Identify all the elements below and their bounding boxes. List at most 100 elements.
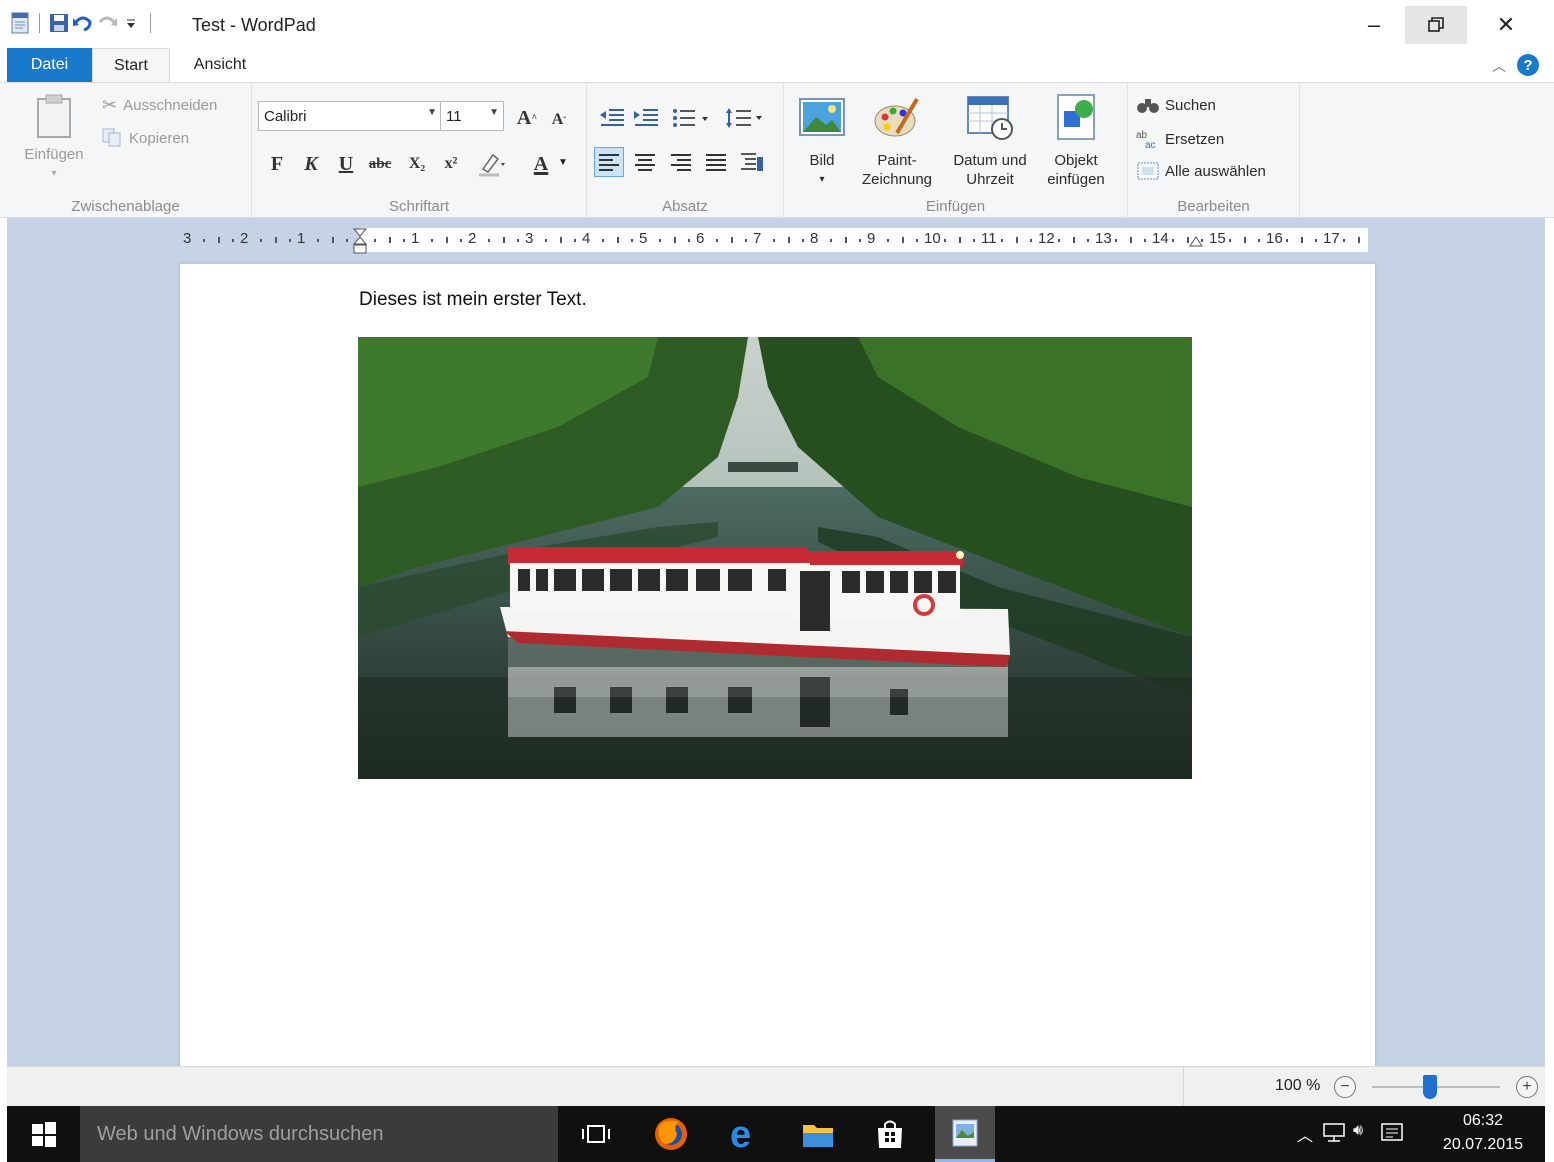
align-left-button[interactable] bbox=[594, 147, 624, 177]
undo-icon[interactable] bbox=[71, 11, 95, 35]
paste-button[interactable]: Einfügen ▾ bbox=[12, 93, 96, 183]
grow-font-button[interactable]: A ^ bbox=[512, 103, 542, 133]
align-center-button[interactable] bbox=[630, 147, 660, 177]
select-all-button[interactable]: Alle auswählen bbox=[1136, 161, 1266, 181]
ruler-tick bbox=[659, 239, 662, 242]
ruler-tick bbox=[901, 237, 904, 243]
tab-ansicht[interactable]: Ansicht bbox=[172, 48, 268, 82]
ruler-tick bbox=[1286, 239, 1289, 242]
firefox-icon bbox=[655, 1118, 687, 1150]
ruler-tick bbox=[915, 239, 918, 242]
volume-icon[interactable]: 🔊︎ bbox=[1353, 1122, 1363, 1140]
highlight-color-button[interactable] bbox=[476, 149, 506, 179]
strikethrough-button[interactable]: abc bbox=[365, 149, 395, 179]
tab-datei[interactable]: Datei bbox=[7, 48, 92, 82]
subscript-button[interactable]: X₂ bbox=[402, 149, 432, 179]
clock-time[interactable]: 06:32 bbox=[1463, 1112, 1503, 1130]
ruler-tick bbox=[317, 239, 320, 242]
justify-button[interactable] bbox=[701, 147, 731, 177]
wordpad-taskbar-button[interactable] bbox=[935, 1106, 995, 1162]
paint-drawing-button[interactable]: Paint- Zeichnung bbox=[854, 93, 940, 189]
cut-button[interactable]: ✂ Ausschneiden bbox=[102, 95, 217, 116]
zoom-in-button[interactable]: + bbox=[1516, 1076, 1538, 1098]
edge-taskbar-button[interactable]: e bbox=[725, 1115, 763, 1153]
taskbar-search-input[interactable]: Web und Windows durchsuchen bbox=[80, 1106, 558, 1162]
decrease-indent-icon[interactable] bbox=[597, 103, 627, 133]
document-area[interactable]: 3 2 1 1 2 3 4 5 6 7 8 9 10 11 12 13 14 15 16 17 Dieses ist … bbox=[7, 218, 1545, 1066]
picture-dropdown-icon[interactable]: ▾ bbox=[819, 170, 824, 189]
replace-button[interactable]: ab ac Ersetzen bbox=[1136, 128, 1224, 150]
start-button[interactable] bbox=[25, 1115, 63, 1153]
paste-dropdown-icon[interactable]: ▾ bbox=[51, 164, 56, 183]
insert-object-button[interactable]: Objekt einfügen bbox=[1040, 93, 1112, 189]
restore-button[interactable] bbox=[1405, 6, 1467, 44]
zoom-out-button[interactable]: − bbox=[1334, 1076, 1356, 1098]
ruler-tick bbox=[402, 239, 405, 242]
insert-datetime-button[interactable]: Datum und Uhrzeit bbox=[942, 93, 1038, 189]
clock-date[interactable]: 20.07.2015 bbox=[1443, 1136, 1523, 1154]
firefox-taskbar-button[interactable] bbox=[652, 1115, 690, 1153]
superscript-button[interactable]: x² bbox=[436, 149, 466, 179]
font-color-button[interactable]: A bbox=[526, 149, 556, 179]
save-icon[interactable] bbox=[47, 11, 71, 35]
window-title: Test - WordPad bbox=[192, 15, 316, 35]
tab-start[interactable]: Start bbox=[92, 48, 170, 82]
ruler-tick bbox=[1029, 239, 1032, 242]
ribbon-tabs: Datei Start Ansicht ︿ ? bbox=[0, 46, 1554, 82]
shrink-font-button[interactable]: Aˇ bbox=[544, 105, 574, 135]
indent-marker-icon[interactable] bbox=[352, 228, 368, 258]
ruler-number: 6 bbox=[696, 230, 705, 247]
font-family-select[interactable]: Calibri ▼ bbox=[258, 101, 442, 131]
ruler-tick bbox=[1172, 239, 1175, 242]
ruler[interactable]: 3 2 1 1 2 3 4 5 6 7 8 9 10 11 12 13 14 15 16 17 bbox=[180, 228, 1375, 254]
chevron-up-icon[interactable]: ︿ bbox=[1297, 1122, 1313, 1146]
ruler-tick bbox=[858, 239, 861, 242]
ruler-tick bbox=[1086, 239, 1089, 242]
bold-button[interactable]: F bbox=[262, 149, 292, 179]
line-spacing-button[interactable] bbox=[723, 103, 767, 133]
ruler-tick bbox=[502, 237, 505, 243]
ruler-number: 10 bbox=[924, 230, 941, 247]
replace-icon: abac bbox=[1136, 130, 1156, 150]
ruler-tick bbox=[958, 237, 961, 243]
close-button[interactable]: ✕ bbox=[1475, 6, 1537, 44]
replace-label: Ersetzen bbox=[1165, 130, 1225, 148]
system-tray: ︿ 🔊︎ 06:32 20.07.2015 bbox=[1275, 1106, 1545, 1162]
action-center-icon[interactable] bbox=[1381, 1122, 1403, 1147]
document-text[interactable]: Dieses ist mein erster Text. bbox=[359, 289, 587, 311]
customize-qat-icon[interactable] bbox=[119, 11, 143, 35]
paragraph-settings-button[interactable] bbox=[737, 147, 767, 177]
collapse-ribbon-icon[interactable]: ︿ bbox=[1492, 56, 1506, 76]
copy-button[interactable]: Kopieren bbox=[102, 128, 189, 148]
boat-photo[interactable] bbox=[358, 337, 1192, 779]
ruler-tick bbox=[1001, 239, 1004, 242]
redo-icon[interactable] bbox=[95, 11, 119, 35]
insert-picture-button[interactable]: Bild ▾ bbox=[794, 93, 850, 189]
task-view-button[interactable] bbox=[577, 1115, 615, 1153]
chevron-down-icon: ▼ bbox=[427, 107, 437, 118]
font-size-select[interactable]: 11 ▼ bbox=[440, 101, 504, 131]
ruler-number: 1 bbox=[297, 230, 306, 247]
ruler-tick bbox=[730, 237, 733, 243]
italic-button[interactable]: K bbox=[296, 149, 326, 179]
align-right-button[interactable] bbox=[666, 147, 696, 177]
font-color-dropdown-icon[interactable]: ▼ bbox=[558, 157, 568, 168]
zoom-slider-thumb[interactable] bbox=[1422, 1075, 1437, 1099]
network-icon[interactable] bbox=[1323, 1122, 1347, 1147]
find-button[interactable]: Suchen bbox=[1136, 95, 1216, 115]
ruler-tick bbox=[545, 239, 548, 242]
insert-group-label: Einfügen bbox=[925, 198, 986, 215]
document-page[interactable]: Dieses ist mein erster Text. bbox=[180, 264, 1375, 1066]
bullet-list-button[interactable] bbox=[669, 103, 713, 133]
ruler-tick bbox=[944, 239, 947, 242]
paragraph-group-label: Absatz bbox=[662, 198, 708, 215]
minimize-button[interactable]: – bbox=[1343, 6, 1405, 44]
bullet-list-icon bbox=[673, 109, 708, 127]
file-explorer-taskbar-button[interactable] bbox=[799, 1115, 837, 1153]
wordpad-app-icon[interactable] bbox=[8, 11, 32, 35]
right-indent-marker-icon[interactable] bbox=[1188, 234, 1204, 252]
help-icon[interactable]: ? bbox=[1517, 54, 1539, 76]
store-taskbar-button[interactable] bbox=[871, 1115, 909, 1153]
increase-indent-icon[interactable] bbox=[631, 103, 661, 133]
underline-button[interactable]: U bbox=[331, 149, 361, 179]
